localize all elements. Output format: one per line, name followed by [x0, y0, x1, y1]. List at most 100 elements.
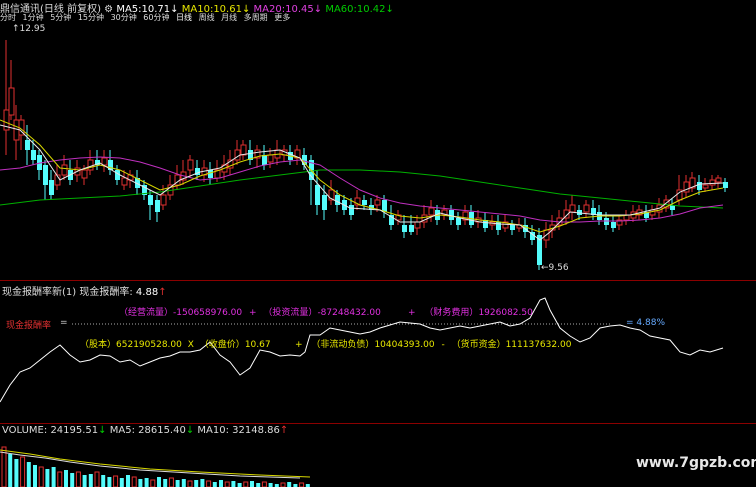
candle-body [510, 225, 515, 230]
noncurr-label: （非流动负债） [311, 340, 375, 350]
volume-bar [256, 483, 261, 487]
panel-divider [0, 423, 756, 424]
volume-bar [287, 482, 292, 487]
candle-body [87, 159, 94, 171]
volume-bar [8, 454, 13, 487]
indicator-name: 现金报酬率: [79, 287, 133, 298]
candle-body [121, 177, 128, 186]
volume-bar [250, 481, 254, 487]
candle-body [187, 159, 194, 171]
up-arrow-icon: ↑ [279, 425, 289, 436]
candle-body [382, 200, 387, 212]
formula-row-1: （经营流量）-150658976.00 + （投资流量）-87248432.00 [119, 305, 381, 318]
cash-value: 111137632.00 [505, 340, 572, 350]
volume-bar [119, 478, 124, 487]
candle-body [569, 204, 576, 213]
volume-ma5-line [0, 451, 301, 479]
volume-ma10-label: MA10: [197, 425, 229, 436]
volume-ma5-value: 28615.40 [138, 425, 186, 436]
volume-bar [51, 467, 56, 487]
ma60-line [0, 169, 724, 209]
candle-body [315, 185, 320, 205]
candle-body [409, 225, 414, 232]
plus-sign: + [249, 308, 257, 318]
volume-bar [26, 462, 31, 487]
candle-body [723, 182, 728, 188]
indicator-header: 现金报酬率新(1) 现金报酬率: 4.88↑ [2, 283, 167, 298]
close-value: 10.67 [244, 340, 271, 350]
candle-body [155, 200, 160, 212]
candle-body [349, 205, 354, 215]
volume-bars [1, 446, 310, 487]
formula-label: 现金报酬率 [6, 321, 52, 331]
volume-bar [45, 469, 50, 487]
op-cash-label: （经营流量） [119, 308, 174, 318]
volume-bar [212, 482, 217, 487]
formula-row-2: （股本）652190528.00 X （收盘价）10.67 [80, 337, 271, 350]
volume-bar [200, 479, 205, 487]
candlesticks [3, 40, 728, 270]
volume-bar [163, 479, 168, 487]
candle-body [402, 225, 407, 232]
volume-bar [113, 475, 119, 487]
formula-equals: = [60, 318, 68, 328]
volume-bar [64, 470, 68, 487]
candle-body [697, 182, 702, 190]
candle-body [43, 165, 48, 185]
watermark: www.7gpzb.com [636, 455, 756, 471]
volume-bar [219, 480, 223, 487]
volume-bar [131, 476, 137, 487]
volume-bar [88, 474, 93, 487]
volume-bar [126, 475, 130, 487]
noncurr-value: 10404393.00 [374, 340, 435, 350]
volume-bar [70, 473, 75, 487]
candle-body [611, 222, 616, 228]
candle-body [709, 179, 716, 186]
volume-header: VOLUME: 24195.51↓ MA5: 28615.40↓ MA10: 3… [2, 425, 288, 436]
volume-bar [206, 480, 212, 487]
candle-body [262, 155, 267, 165]
inv-cash-value: -87248432.00 [317, 308, 381, 318]
volume-bar [138, 479, 143, 487]
volume-bar [280, 482, 286, 487]
indicator-title[interactable]: 现金报酬率新(1) [2, 287, 76, 298]
up-arrow-icon: ↑ [158, 287, 167, 298]
price-low-label: ←9.56 [541, 263, 569, 273]
volume-bar [268, 483, 273, 487]
volume-bar [150, 479, 156, 487]
formula-row-2b: + （非流动负债）10404393.00 - （货币资金）111137632.0… [295, 337, 571, 350]
candle-body [335, 195, 340, 205]
candle-body [583, 204, 590, 213]
formula-row-1b: + （财务费用）1926082.50 [408, 305, 533, 318]
candle-body [8, 87, 15, 116]
volume-bar [261, 481, 267, 487]
inv-cash-label: （投资流量） [263, 308, 318, 318]
volume-bar [237, 483, 242, 487]
candle-body [31, 150, 36, 160]
volume-bar [20, 456, 26, 487]
candle-body [456, 218, 461, 225]
volume-bar [57, 471, 63, 487]
candle-body [715, 177, 722, 183]
price-high-label: ↑12.95 [12, 24, 46, 34]
candle-body [81, 169, 88, 179]
plus-sign: + [295, 340, 303, 350]
candle-body [414, 221, 421, 229]
up-left-arrow-icon: ↑ [12, 24, 20, 34]
volume-bar [175, 480, 180, 487]
down-arrow-icon: ↓ [185, 425, 195, 436]
chart-canvas[interactable] [0, 0, 756, 487]
volume-bar [75, 471, 81, 487]
volume-bar [168, 477, 174, 487]
fin-cost-value: 1926082.50 [478, 308, 533, 318]
op-cash-value: -150658976.00 [173, 308, 243, 318]
formula-result: = 4.88% [626, 318, 665, 328]
volume-value: 24195.51 [50, 425, 99, 436]
fin-cost-label: （财务费用） [424, 308, 479, 318]
plus-sign: + [408, 308, 416, 318]
candle-body [25, 140, 30, 150]
volume-bar [101, 475, 106, 487]
volume-bar [107, 477, 112, 487]
volume-label: VOLUME: [2, 425, 48, 436]
volume-bar [231, 481, 236, 487]
